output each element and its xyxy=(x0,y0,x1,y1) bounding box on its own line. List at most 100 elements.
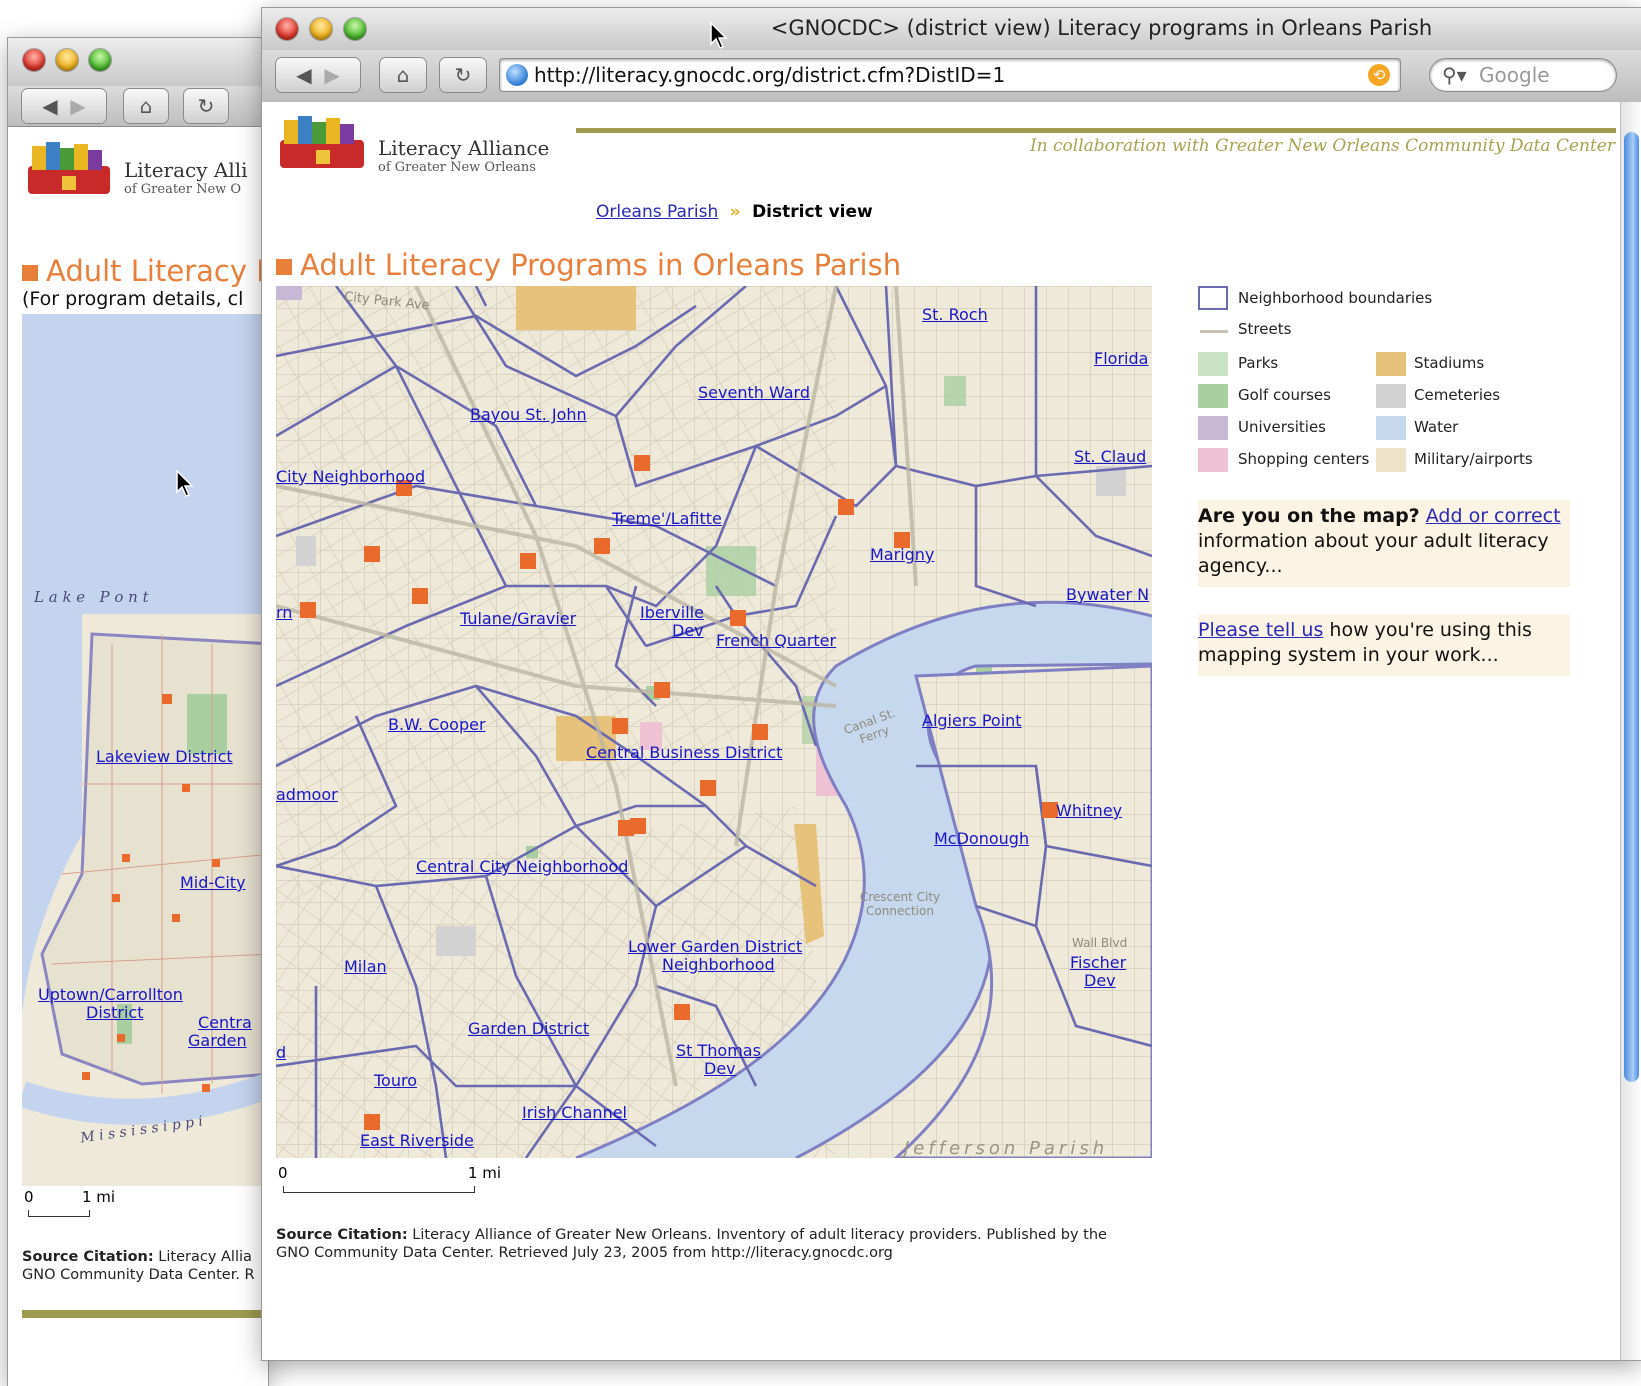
program-marker[interactable] xyxy=(838,499,854,515)
district-link[interactable]: Irish Channel xyxy=(522,1104,627,1122)
district-link[interactable]: St Thomas xyxy=(676,1042,761,1060)
legend-label: Military/airports xyxy=(1414,450,1533,468)
legend-swatch-shopping-centers xyxy=(1198,448,1228,472)
program-marker[interactable] xyxy=(674,1004,690,1020)
district-link[interactable]: French Quarter xyxy=(716,632,836,650)
home-button[interactable]: ⌂ xyxy=(380,58,426,92)
program-marker[interactable] xyxy=(412,588,428,604)
district-link[interactable]: Seventh Ward xyxy=(698,384,810,402)
legend-swatch-stadiums xyxy=(1376,352,1406,376)
district-link[interactable]: East Riverside xyxy=(360,1132,474,1150)
back-forward-buttons[interactable]: ◀ ▶ xyxy=(276,58,360,92)
street-label: Wall Blvd xyxy=(1072,936,1128,950)
vertical-scrollbar[interactable] xyxy=(1620,102,1641,1360)
reload-icon: ↻ xyxy=(454,63,472,87)
forward-arrow-icon[interactable]: ▶ xyxy=(70,94,85,118)
legend-label: Neighborhood boundaries xyxy=(1238,289,1433,307)
district-link-mid-city[interactable]: Mid-City xyxy=(180,874,246,892)
citation-line2: GNO Community Data Center. Retrieved Jul… xyxy=(276,1245,893,1261)
search-icon[interactable]: ⚲▾ xyxy=(1442,63,1467,87)
district-link[interactable]: St. Claud xyxy=(1074,448,1146,466)
program-marker[interactable] xyxy=(364,1114,380,1130)
legend-swatch-streets xyxy=(1200,330,1228,333)
program-marker[interactable] xyxy=(520,553,536,569)
legend-label: Water xyxy=(1414,418,1459,436)
back-toolbar: ◀ ▶ ⌂ ↻ xyxy=(8,86,268,127)
district-link-lakeview[interactable]: Lakeview District xyxy=(96,748,233,766)
collaboration-text: In collaboration with Greater New Orlean… xyxy=(1029,136,1615,156)
district-link[interactable]: Iberville xyxy=(640,604,704,622)
district-link[interactable]: d xyxy=(276,1044,286,1062)
add-or-correct-link[interactable]: Add or correct xyxy=(1426,505,1561,527)
district-link[interactable]: Dev xyxy=(1084,972,1116,990)
district-link[interactable]: Lower Garden District xyxy=(628,938,802,956)
district-link[interactable]: Bayou St. John xyxy=(470,406,587,424)
district-link[interactable]: St. Roch xyxy=(922,306,988,324)
district-link[interactable]: Neighborhood xyxy=(662,956,775,974)
district-map[interactable]: City Park Ave Canal St. Ferry Crescent C… xyxy=(276,286,1152,1158)
program-marker[interactable] xyxy=(752,724,768,740)
program-marker[interactable] xyxy=(730,610,746,626)
district-link-garden[interactable]: Garden xyxy=(188,1032,247,1050)
home-button[interactable]: ⌂ xyxy=(124,89,168,123)
scale-zero: 0 xyxy=(24,1188,34,1206)
back-arrow-icon[interactable]: ◀ xyxy=(42,94,57,118)
reload-button[interactable]: ↻ xyxy=(440,58,486,92)
please-tell-us-link[interactable]: Please tell us xyxy=(1198,619,1323,641)
district-link[interactable]: admoor xyxy=(276,786,338,804)
district-link[interactable]: Garden District xyxy=(468,1020,589,1038)
rss-icon[interactable]: ⟲ xyxy=(1368,64,1390,86)
breadcrumb-current: District view xyxy=(752,202,873,222)
search-placeholder: Google xyxy=(1479,63,1550,87)
district-link[interactable]: Florida xyxy=(1094,350,1148,368)
district-link[interactable]: Central City Neighborhood xyxy=(416,858,628,876)
search-field[interactable]: ⚲▾ Google xyxy=(1430,59,1616,91)
district-link[interactable]: City Neighborhood xyxy=(276,468,425,486)
legend-label: Stadiums xyxy=(1414,354,1485,372)
district-link[interactable]: Algiers Point xyxy=(922,712,1022,730)
address-bar[interactable]: http://literacy.gnocdc.org/district.cfm?… xyxy=(500,59,1400,91)
district-link[interactable]: McDonough xyxy=(934,830,1029,848)
program-marker[interactable] xyxy=(594,538,610,554)
breadcrumb: Orleans Parish » District view xyxy=(596,202,873,222)
close-button[interactable] xyxy=(23,49,45,71)
minimize-button[interactable] xyxy=(56,49,78,71)
heading-square-icon xyxy=(276,259,292,275)
district-link-central-garden[interactable]: Centra xyxy=(198,1014,252,1032)
program-marker[interactable] xyxy=(700,780,716,796)
district-link[interactable]: Central Business District xyxy=(586,744,782,762)
reload-button[interactable]: ↻ xyxy=(184,89,228,123)
district-link[interactable]: Dev xyxy=(672,622,704,640)
district-link[interactable]: Tulane/Gravier xyxy=(460,610,576,628)
district-link[interactable]: B.W. Cooper xyxy=(388,716,486,734)
program-marker[interactable] xyxy=(364,546,380,562)
breadcrumb-link-orleans-parish[interactable]: Orleans Parish xyxy=(596,202,718,222)
district-link[interactable]: Marigny xyxy=(870,546,934,564)
program-marker[interactable] xyxy=(300,602,316,618)
legend-label: Parks xyxy=(1238,354,1279,372)
citation-line2: GNO Community Data Center. R xyxy=(22,1267,255,1283)
district-link[interactable]: Milan xyxy=(344,958,387,976)
program-marker[interactable] xyxy=(654,682,670,698)
district-link[interactable]: Touro xyxy=(374,1072,417,1090)
url-text[interactable]: http://literacy.gnocdc.org/district.cfm?… xyxy=(534,63,1005,87)
zoom-button[interactable] xyxy=(89,49,111,71)
district-link[interactable]: Fischer xyxy=(1070,954,1126,972)
forward-arrow-icon[interactable]: ▶ xyxy=(324,63,339,87)
district-link[interactable]: Treme'/Lafitte xyxy=(612,510,722,528)
promo-add-or-correct: Are you on the map? Add or correct infor… xyxy=(1198,500,1570,587)
scrollbar-thumb[interactable] xyxy=(1624,132,1639,1082)
back-forward-buttons[interactable]: ◀ ▶ xyxy=(22,89,106,123)
district-link[interactable]: Dev xyxy=(704,1060,736,1078)
program-marker[interactable] xyxy=(630,818,646,834)
program-marker[interactable] xyxy=(634,455,650,471)
back-arrow-icon[interactable]: ◀ xyxy=(296,63,311,87)
district-link[interactable]: Whitney xyxy=(1056,802,1122,820)
district-link-uptown[interactable]: Uptown/Carrollton xyxy=(38,986,183,1004)
district-link[interactable]: Bywater N xyxy=(1066,586,1149,604)
program-marker[interactable] xyxy=(612,718,628,734)
lake-label: L a k e P o n t xyxy=(34,588,149,606)
district-link[interactable]: rn xyxy=(276,604,292,622)
back-footer-rule xyxy=(22,1310,268,1318)
district-link-uptown-district[interactable]: District xyxy=(86,1004,143,1022)
